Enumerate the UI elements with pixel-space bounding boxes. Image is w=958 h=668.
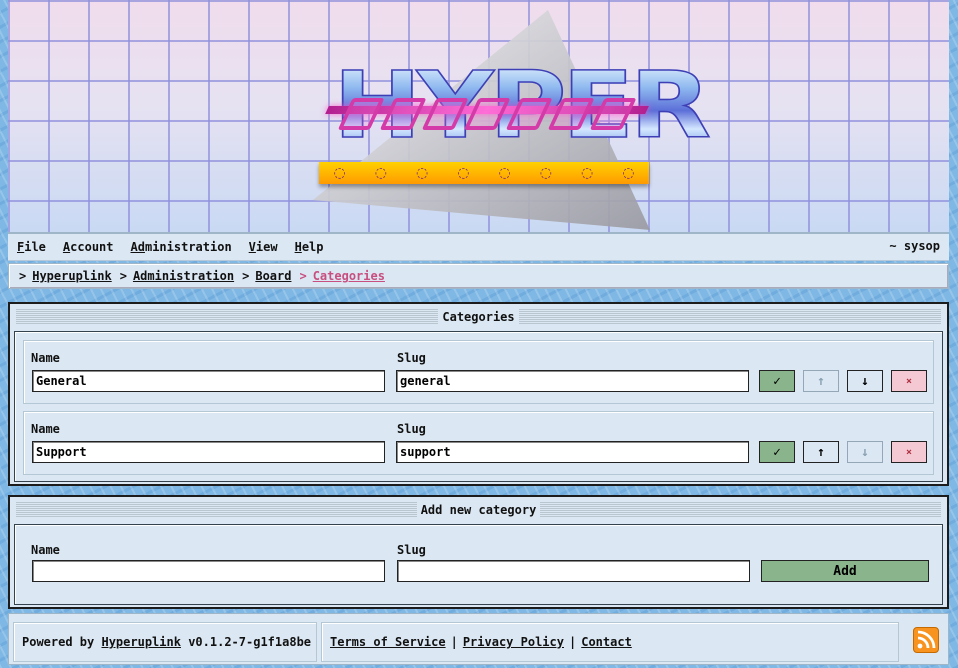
- breadcrumb-categories[interactable]: Categories: [313, 269, 385, 283]
- category-name-input[interactable]: [32, 370, 385, 392]
- category-name-input[interactable]: [32, 441, 385, 463]
- check-icon: ✓: [773, 444, 781, 460]
- category-slug-input[interactable]: [396, 441, 749, 463]
- rss-icon[interactable]: [913, 627, 939, 653]
- breadcrumb-board[interactable]: Board: [255, 269, 291, 283]
- breadcrumb: > Hyperuplink > Administration > Board >…: [8, 263, 949, 289]
- add-category-button[interactable]: Add: [761, 560, 929, 582]
- add-category-panel: Add new category Name Slug Add: [8, 495, 949, 609]
- categories-panel: Categories Name Slug ✓ ↑ ↓ × Name Slug ✓…: [8, 302, 949, 486]
- save-category-button[interactable]: ✓: [759, 370, 795, 392]
- hyper-logo: HYPER ◌ ◌ ◌ ◌ ◌ ◌ ◌ ◌: [319, 59, 712, 190]
- category-row: Name Slug ✓ ↑ ↓ ×: [23, 411, 934, 475]
- category-slug-input[interactable]: [396, 370, 749, 392]
- arrow-up-icon: ↑: [817, 444, 825, 460]
- categories-panel-title: Categories: [16, 309, 941, 325]
- menu-bar: File Account Administration View Help ~ …: [8, 232, 949, 261]
- categories-list: Name Slug ✓ ↑ ↓ × Name Slug ✓ ↑ ↓ ×: [14, 331, 943, 482]
- slug-label: Slug: [397, 422, 426, 436]
- privacy-policy-link[interactable]: Privacy Policy: [463, 635, 564, 649]
- close-icon: ×: [905, 375, 913, 387]
- footer: Powered by Hyperuplink v0.1.2-7-g1f1a8be…: [8, 613, 949, 665]
- move-down-button[interactable]: ↓: [847, 370, 883, 392]
- category-row: Name Slug ✓ ↑ ↓ ×: [23, 340, 934, 404]
- terms-of-service-link[interactable]: Terms of Service: [330, 635, 446, 649]
- add-category-panel-title: Add new category: [16, 502, 941, 518]
- menu-view[interactable]: View: [249, 240, 278, 254]
- breadcrumb-separator: >: [119, 269, 127, 283]
- breadcrumb-separator: >: [242, 269, 250, 283]
- save-category-button[interactable]: ✓: [759, 441, 795, 463]
- add-category-form: Name Slug Add: [14, 524, 943, 605]
- new-category-name-input[interactable]: [32, 560, 385, 582]
- menu-account[interactable]: Account: [63, 240, 114, 254]
- move-down-button[interactable]: ↓: [847, 441, 883, 463]
- new-category-slug-input[interactable]: [397, 560, 750, 582]
- breadcrumb-separator: >: [19, 269, 27, 283]
- footer-links: Terms of Service | Privacy Policy | Contac…: [321, 622, 899, 662]
- breadcrumb-administration[interactable]: Administration: [133, 269, 234, 283]
- move-up-button[interactable]: ↑: [803, 370, 839, 392]
- menu-file[interactable]: File: [17, 240, 46, 254]
- contact-link[interactable]: Contact: [581, 635, 632, 649]
- arrow-down-icon: ↓: [861, 444, 869, 460]
- breadcrumb-separator: >: [299, 269, 307, 283]
- delete-category-button[interactable]: ×: [891, 370, 927, 392]
- delete-category-button[interactable]: ×: [891, 441, 927, 463]
- move-up-button[interactable]: ↑: [803, 441, 839, 463]
- header-banner: HYPER ◌ ◌ ◌ ◌ ◌ ◌ ◌ ◌: [8, 0, 949, 232]
- close-icon: ×: [905, 446, 913, 458]
- check-icon: ✓: [773, 373, 781, 389]
- menu-help[interactable]: Help: [295, 240, 324, 254]
- slug-label: Slug: [397, 351, 426, 365]
- arrow-up-icon: ↑: [817, 373, 825, 389]
- current-user[interactable]: ~ sysop: [889, 239, 940, 253]
- name-label: Name: [31, 543, 60, 557]
- name-label: Name: [31, 422, 60, 436]
- footer-hyperuplink-link[interactable]: Hyperuplink: [101, 635, 180, 649]
- name-label: Name: [31, 351, 60, 365]
- slug-label: Slug: [397, 543, 426, 557]
- page: HYPER ◌ ◌ ◌ ◌ ◌ ◌ ◌ ◌ File Account Administrati…: [8, 0, 949, 665]
- arrow-down-icon: ↓: [861, 373, 869, 389]
- footer-powered-by: Powered by Hyperuplink v0.1.2-7-g1f1a8be: [13, 622, 317, 662]
- breadcrumb-hyperuplink[interactable]: Hyperuplink: [32, 269, 111, 283]
- menu-administration[interactable]: Administration: [131, 240, 232, 254]
